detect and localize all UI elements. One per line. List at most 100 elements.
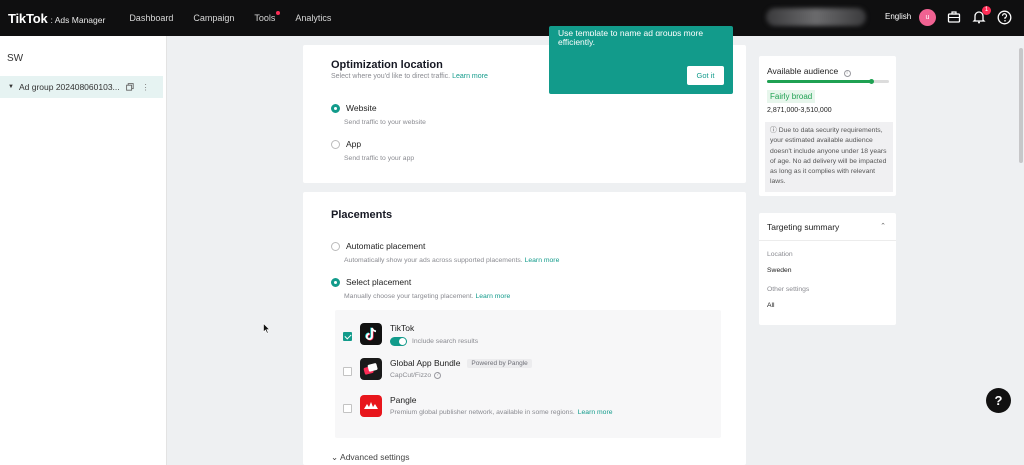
audience-meter-knob	[868, 79, 874, 84]
radio-website[interactable]: Website	[331, 103, 377, 113]
naming-template-tooltip: Use template to name ad groups more effi…	[549, 26, 733, 94]
automatic-placement-label: Automatic placement	[346, 241, 426, 251]
select-learn-more-link[interactable]: Learn more	[475, 293, 510, 300]
global-app-bundle-icon	[360, 358, 382, 380]
tiktok-text: TikTok Include search results	[390, 323, 478, 346]
automatic-learn-more-link[interactable]: Learn more	[525, 257, 560, 264]
powered-by-pangle-tag: Powered by Pangle	[467, 358, 532, 368]
brand-name: TikTok	[8, 10, 48, 26]
nav-tools-label: Tools	[254, 13, 276, 23]
pangle-learn-more-link[interactable]: Learn more	[578, 409, 613, 416]
chevron-up-icon[interactable]: ⌃	[880, 222, 886, 230]
search-results-label: Include search results	[412, 338, 479, 345]
nav-tools[interactable]: Tools	[254, 11, 281, 23]
placements-section: Placements Automatic placement Automatic…	[303, 192, 746, 465]
briefcase-icon[interactable]	[947, 10, 961, 24]
nav-campaign[interactable]: Campaign	[193, 13, 234, 23]
location-value: Sweden	[767, 267, 792, 274]
sidebar-item-ad-group[interactable]: ▼ Ad group 202408060103... ⋮	[0, 76, 163, 98]
left-sidebar: SW ▼ Ad group 202408060103... ⋮	[0, 36, 167, 465]
radio-app[interactable]: App	[331, 139, 361, 149]
targeting-summary-title: Targeting summary	[767, 222, 840, 232]
select-placement-label: Select placement	[346, 277, 412, 287]
optimization-learn-more-link[interactable]: Learn more	[452, 73, 488, 80]
global-app-bundle-checkbox[interactable]	[343, 367, 352, 376]
avatar[interactable]: u	[919, 9, 936, 26]
placement-list: TikTok Include search results Global App…	[335, 310, 721, 438]
info-circle-icon: ⓘ	[770, 127, 777, 134]
advanced-settings-toggle[interactable]: ⌄ Advanced settings	[331, 452, 410, 463]
tools-new-dot	[276, 11, 281, 15]
placement-tiktok[interactable]: TikTok Include search results	[343, 323, 478, 346]
info-icon[interactable]: ?	[434, 372, 442, 379]
global-app-bundle-sub-row: CapCut/Fizzo ?	[390, 372, 532, 379]
audience-notice-text: Due to data security requirements, your …	[770, 127, 887, 186]
pangle-name: Pangle	[390, 395, 417, 405]
audience-meter-fill	[767, 80, 871, 83]
main-nav: Dashboard Campaign Tools Analytics	[129, 11, 351, 23]
campaign-name: SW	[7, 53, 24, 64]
page-scrollbar[interactable]	[1019, 48, 1023, 163]
radio-website-selected[interactable]	[331, 103, 340, 113]
nav-dashboard[interactable]: Dashboard	[129, 13, 173, 23]
optimization-title: Optimization location	[331, 59, 443, 71]
targeting-summary-panel: Targeting summary ⌃ Location Sweden Othe…	[759, 213, 896, 325]
tooltip-text-line2: efficiently.	[558, 37, 596, 47]
radio-app-circle[interactable]	[331, 139, 340, 149]
divider	[759, 240, 896, 241]
optimization-subtitle-text: Select where you'd like to direct traffi…	[331, 73, 451, 80]
other-settings-value: All	[767, 302, 775, 309]
more-options-icon[interactable]: ⋮	[142, 83, 150, 92]
global-app-bundle-name-row: Global App Bundle Powered by Pangle	[390, 358, 532, 368]
sidebar-item-label: Ad group 202408060103...	[18, 82, 120, 92]
global-app-bundle-sub: CapCut/Fizzo	[390, 372, 432, 379]
info-icon[interactable]: i	[843, 70, 851, 77]
audience-meter	[767, 79, 889, 84]
tiktok-name: TikTok	[390, 323, 415, 333]
pangle-sub-row: Premium global publisher network, availa…	[390, 409, 613, 416]
optimization-subtitle: Select where you'd like to direct traffi…	[331, 73, 488, 80]
tiktok-checkbox[interactable]	[343, 332, 352, 341]
help-icon[interactable]	[997, 10, 1012, 25]
global-app-bundle-text: Global App Bundle Powered by Pangle CapC…	[390, 358, 532, 379]
mouse-cursor-icon	[263, 323, 271, 334]
available-audience-title: Available audience i	[767, 66, 851, 77]
placement-pangle[interactable]: Pangle Premium global publisher network,…	[343, 395, 613, 417]
automatic-desc-text: Automatically show your ads across suppo…	[344, 257, 523, 264]
advanced-settings-label: Advanced settings	[340, 452, 410, 462]
radio-select-selected[interactable]	[331, 277, 340, 287]
other-settings-label: Other settings	[767, 286, 810, 293]
language-selector[interactable]: English	[885, 12, 911, 21]
top-nav-bar: TikTok : Ads Manager Dashboard Campaign …	[0, 0, 1024, 36]
global-app-bundle-name: Global App Bundle	[390, 358, 461, 368]
radio-automatic-placement[interactable]: Automatic placement	[331, 241, 425, 251]
placement-global-app-bundle[interactable]: Global App Bundle Powered by Pangle CapC…	[343, 358, 532, 380]
got-it-button[interactable]: Got it	[687, 66, 724, 85]
notification-badge: 1	[982, 6, 991, 15]
pangle-sub: Premium global publisher network, availa…	[390, 409, 575, 416]
app-desc: Send traffic to your app	[344, 155, 415, 162]
location-label: Location	[767, 251, 793, 258]
available-audience-title-text: Available audience	[767, 66, 839, 76]
floating-help-button[interactable]: ?	[986, 388, 1011, 413]
search-results-toggle[interactable]	[390, 337, 407, 346]
tiktok-app-icon	[360, 323, 382, 345]
radio-app-label: App	[346, 139, 362, 149]
account-selector[interactable]	[766, 8, 866, 26]
radio-select-placement[interactable]: Select placement	[331, 277, 411, 287]
pangle-checkbox[interactable]	[343, 404, 352, 413]
chevron-down-icon: ⌄	[331, 452, 339, 462]
audience-range: 2,871,000-3,510,000	[767, 107, 832, 114]
pangle-text: Pangle Premium global publisher network,…	[390, 395, 613, 416]
radio-automatic-circle[interactable]	[331, 241, 340, 251]
select-desc-text: Manually choose your targeting placement…	[344, 293, 474, 300]
nav-analytics[interactable]: Analytics	[295, 13, 331, 23]
automatic-placement-desc: Automatically show your ads across suppo…	[344, 257, 559, 264]
copy-icon[interactable]	[125, 83, 134, 91]
tiktok-search-toggle-row: Include search results	[390, 337, 478, 346]
audience-notice: ⓘ Due to data security requirements, you…	[765, 122, 893, 192]
audience-status-badge: Fairly broad	[767, 90, 816, 103]
caret-down-icon[interactable]: ▼	[8, 84, 14, 90]
available-audience-panel: Available audience i Fairly broad 2,871,…	[759, 56, 896, 196]
tiktok-ads-manager-logo[interactable]: TikTok : Ads Manager	[8, 11, 105, 26]
